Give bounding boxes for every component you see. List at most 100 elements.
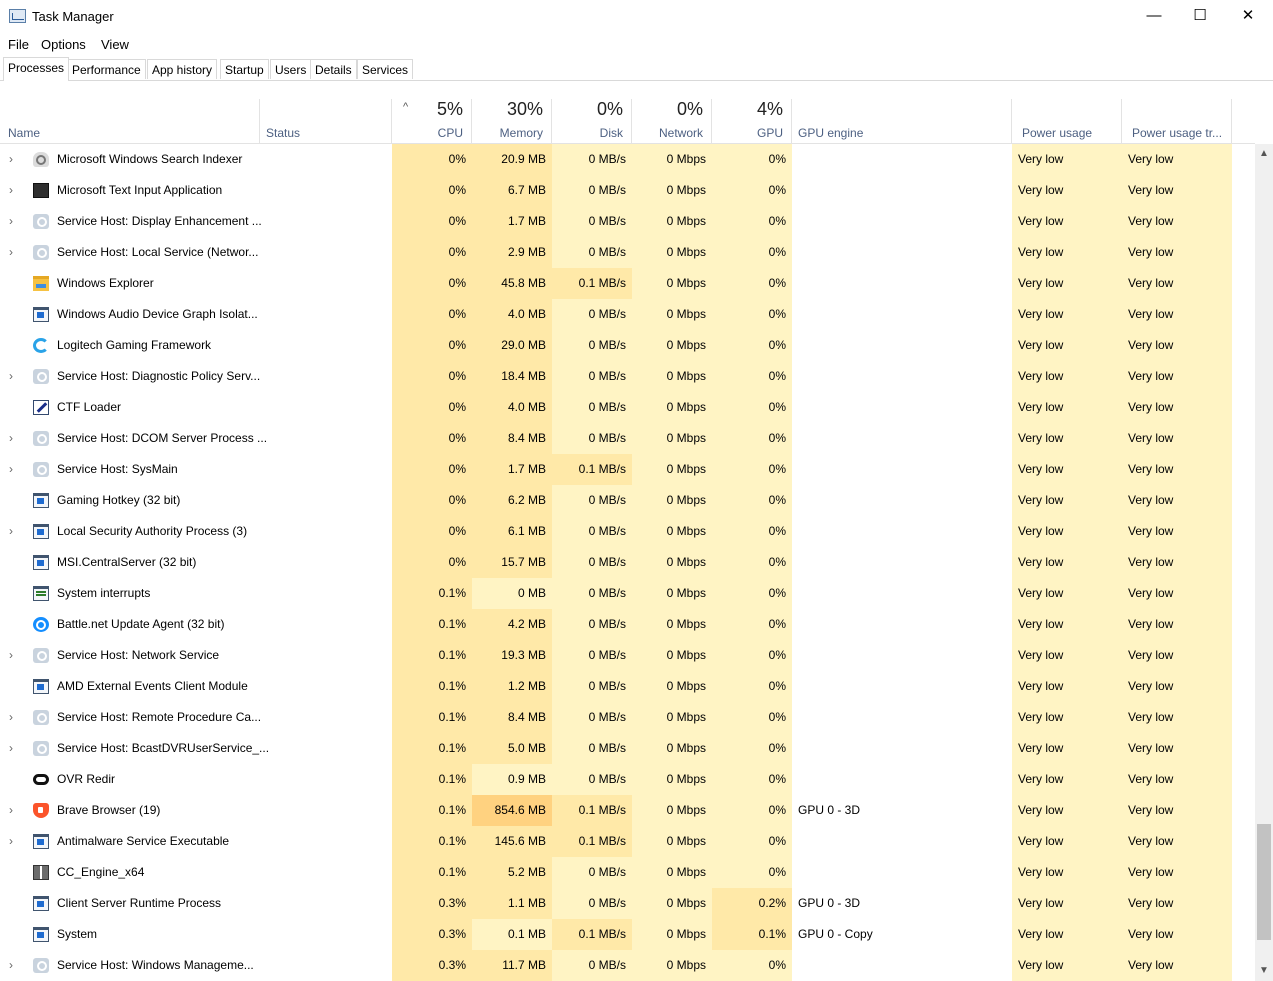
expand-chevron-icon[interactable]: › (9, 175, 13, 206)
process-name: Service Host: BcastDVRUserService_... (57, 741, 270, 755)
cell-memory: 20.9 MB (472, 144, 552, 175)
minimize-button[interactable]: — (1131, 0, 1177, 32)
tab-processes[interactable]: Processes (3, 57, 70, 81)
table-row[interactable]: › Service Host: Display Enhancement ... 0%… (0, 206, 1255, 237)
table-row[interactable]: › Service Host: SysMain 0% 1.7 MB 0.1 MB/s 0 … (0, 454, 1255, 485)
column-name-header[interactable]: Name (0, 99, 260, 143)
expand-chevron-icon[interactable]: › (9, 795, 13, 826)
table-row[interactable]: Client Server Runtime Process 0.3% 1.1 MB 0… (0, 888, 1255, 919)
table-row[interactable]: › Local Security Authority Process (3) 0% 6… (0, 516, 1255, 547)
tab-services[interactable]: Services (357, 59, 414, 79)
menu-options[interactable]: Options (41, 37, 86, 52)
cell-gpu: 0% (712, 640, 792, 671)
table-row[interactable]: Gaming Hotkey (32 bit) 0% 6.2 MB 0 MB/s 0 Mb… (0, 485, 1255, 516)
expand-chevron-icon[interactable]: › (9, 702, 13, 733)
expand-chevron-icon[interactable]: › (9, 516, 13, 547)
cell-power-trend: Very low (1122, 640, 1232, 671)
tab-startup[interactable]: Startup (220, 59, 269, 79)
cell-power-trend: Very low (1122, 206, 1232, 237)
cell-power: Very low (1012, 919, 1122, 950)
column-gpu-engine-label: GPU engine (798, 126, 864, 140)
window-title: Task Manager (32, 9, 114, 24)
menu-bar: File Options View (0, 34, 1273, 54)
expand-chevron-icon[interactable]: › (9, 950, 13, 981)
cell-disk: 0 MB/s (552, 423, 632, 454)
expand-chevron-icon[interactable]: › (9, 423, 13, 454)
expand-chevron-icon[interactable]: › (9, 206, 13, 237)
close-button[interactable]: ✕ (1225, 0, 1271, 32)
expand-chevron-icon[interactable]: › (9, 454, 13, 485)
column-network-header[interactable]: 0% Network (632, 99, 712, 143)
tab-app-history[interactable]: App history (147, 59, 218, 79)
menu-file[interactable]: File (8, 37, 29, 52)
column-cpu-header[interactable]: ^ 5% CPU (392, 99, 472, 143)
table-row[interactable]: › Antimalware Service Executable 0.1% 145.6… (0, 826, 1255, 857)
menu-view[interactable]: View (101, 37, 129, 52)
expand-chevron-icon[interactable]: › (9, 144, 13, 175)
table-row[interactable]: CC_Engine_x64 0.1% 5.2 MB 0 MB/s 0 Mbps 0% Ver… (0, 857, 1255, 888)
table-row[interactable]: › Service Host: Windows Manageme... 0.3% 11… (0, 950, 1255, 981)
table-row[interactable]: › Service Host: BcastDVRUserService_... 0.… (0, 733, 1255, 764)
service-host-gear-icon (33, 741, 49, 756)
cell-power-trend: Very low (1122, 702, 1232, 733)
cell-power: Very low (1012, 175, 1122, 206)
cell-disk: 0.1 MB/s (552, 826, 632, 857)
cell-gpu: 0% (712, 764, 792, 795)
table-row[interactable]: MSI.CentralServer (32 bit) 0% 15.7 MB 0 MB/… (0, 547, 1255, 578)
table-row[interactable]: Windows Explorer 0% 45.8 MB 0.1 MB/s 0 Mbps 0… (0, 268, 1255, 299)
cell-power-trend: Very low (1122, 671, 1232, 702)
table-row[interactable]: › Service Host: Network Service 0.1% 19.3 M… (0, 640, 1255, 671)
table-row[interactable]: OVR Redir 0.1% 0.9 MB 0 MB/s 0 Mbps 0% Very lo… (0, 764, 1255, 795)
expand-chevron-icon[interactable]: › (9, 237, 13, 268)
table-row[interactable]: › Service Host: Remote Procedure Ca... 0.1… (0, 702, 1255, 733)
table-row[interactable]: › Service Host: Local Service (Networ... 0… (0, 237, 1255, 268)
cell-cpu: 0% (392, 547, 472, 578)
cell-gpu: 0% (712, 237, 792, 268)
process-name: Brave Browser (19) (57, 803, 161, 817)
expand-chevron-icon[interactable]: › (9, 733, 13, 764)
cell-gpu-engine (792, 671, 1012, 702)
scroll-down-icon[interactable]: ▼ (1255, 961, 1273, 981)
cell-disk: 0 MB/s (552, 640, 632, 671)
expand-chevron-icon[interactable]: › (9, 361, 13, 392)
process-name: Gaming Hotkey (32 bit) (57, 493, 181, 507)
table-row[interactable]: Battle.net Update Agent (32 bit) 0.1% 4.2 … (0, 609, 1255, 640)
cell-gpu-engine (792, 516, 1012, 547)
table-row[interactable]: › Microsoft Text Input Application 0% 6.7 M… (0, 175, 1255, 206)
cell-network: 0 Mbps (632, 299, 712, 330)
vertical-scrollbar[interactable]: ▲ ▼ (1255, 144, 1273, 981)
cell-power-trend: Very low (1122, 454, 1232, 485)
app-window-icon (33, 927, 49, 942)
table-row[interactable]: › Service Host: DCOM Server Process ... 0%… (0, 423, 1255, 454)
table-row[interactable]: AMD External Events Client Module 0.1% 1.2… (0, 671, 1255, 702)
scrollbar-thumb[interactable] (1257, 824, 1271, 940)
column-gpu-header[interactable]: 4% GPU (712, 99, 792, 143)
column-power-trend-header[interactable]: Power usage tr... (1122, 99, 1232, 143)
table-row[interactable]: › Service Host: Diagnostic Policy Serv...… (0, 361, 1255, 392)
column-gpu-engine-header[interactable]: GPU engine (792, 99, 1012, 143)
cell-power-trend: Very low (1122, 330, 1232, 361)
table-row[interactable]: CTF Loader 0% 4.0 MB 0 MB/s 0 Mbps 0% Very low… (0, 392, 1255, 423)
cell-network: 0 Mbps (632, 237, 712, 268)
tab-details[interactable]: Details (310, 59, 357, 79)
table-row[interactable]: System 0.3% 0.1 MB 0.1 MB/s 0 Mbps 0.1% GPU 0 … (0, 919, 1255, 950)
tab-users[interactable]: Users (270, 59, 312, 79)
column-cpu-label: CPU (437, 126, 463, 140)
expand-chevron-icon[interactable]: › (9, 826, 13, 857)
cell-power: Very low (1012, 392, 1122, 423)
table-row[interactable]: › Brave Browser (19) 0.1% 854.6 MB 0.1 MB/s 0… (0, 795, 1255, 826)
column-status-header[interactable]: Status (260, 99, 392, 143)
table-row[interactable]: › Microsoft Windows Search Indexer 0% 20.9 … (0, 144, 1255, 175)
scroll-up-icon[interactable]: ▲ (1255, 144, 1273, 164)
cell-power: Very low (1012, 578, 1122, 609)
table-row[interactable]: Windows Audio Device Graph Isolat... 0% 4.… (0, 299, 1255, 330)
expand-chevron-icon[interactable]: › (9, 640, 13, 671)
column-power-usage-header[interactable]: Power usage (1012, 99, 1122, 143)
table-row[interactable]: Logitech Gaming Framework 0% 29.0 MB 0 MB/s… (0, 330, 1255, 361)
table-row[interactable]: System interrupts 0.1% 0 MB 0 MB/s 0 Mbps 0% V… (0, 578, 1255, 609)
column-memory-header[interactable]: 30% Memory (472, 99, 552, 143)
cell-gpu: 0% (712, 454, 792, 485)
tab-performance[interactable]: Performance (67, 59, 146, 79)
column-disk-header[interactable]: 0% Disk (552, 99, 632, 143)
maximize-button[interactable]: ☐ (1177, 0, 1223, 32)
